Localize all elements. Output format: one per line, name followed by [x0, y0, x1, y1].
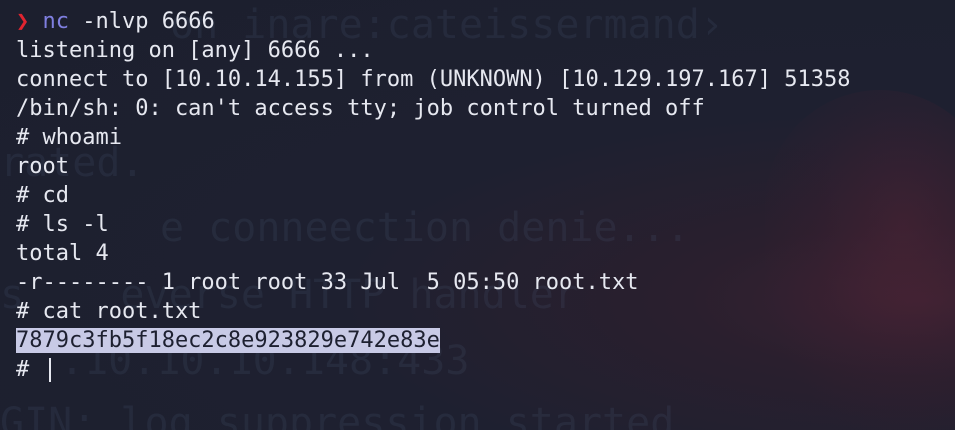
output-line: /bin/sh: 0: can't access tty; job contro… [16, 96, 705, 121]
terminal-output: ❯ nc -nlvp 6666 listening on [any] 6666 … [16, 7, 850, 384]
command-args: -nlvp 6666 [69, 9, 215, 34]
selected-flag-text[interactable]: 7879c3fb5f18ec2c8e923829e742e83e [16, 328, 440, 353]
terminal-window[interactable]: on inare:cateissermand› rated. e conneec… [0, 0, 955, 430]
output-line: # ls -l [16, 212, 109, 237]
text-cursor [48, 358, 51, 382]
output-line: # cat root.txt [16, 299, 202, 324]
output-line: # whoami [16, 125, 122, 150]
output-line: -r-------- 1 root root 33 Jul 5 05:50 ro… [16, 270, 639, 295]
flag-line[interactable]: 7879c3fb5f18ec2c8e923829e742e83e [16, 326, 850, 355]
output-line: total 4 [16, 241, 109, 266]
prompt-arrow-icon: ❯ [16, 9, 30, 34]
output-line: # cd [16, 183, 69, 208]
output-line: connect to [10.10.14.155] from (UNKNOWN)… [16, 67, 851, 92]
output-line: root [16, 154, 69, 179]
command-line: ❯ nc -nlvp 6666 [16, 7, 850, 36]
output-line: listening on [any] 6666 ... [16, 38, 374, 63]
input-line[interactable]: # [16, 355, 850, 384]
command-name: nc [42, 9, 70, 34]
shell-prompt: # [16, 357, 43, 382]
